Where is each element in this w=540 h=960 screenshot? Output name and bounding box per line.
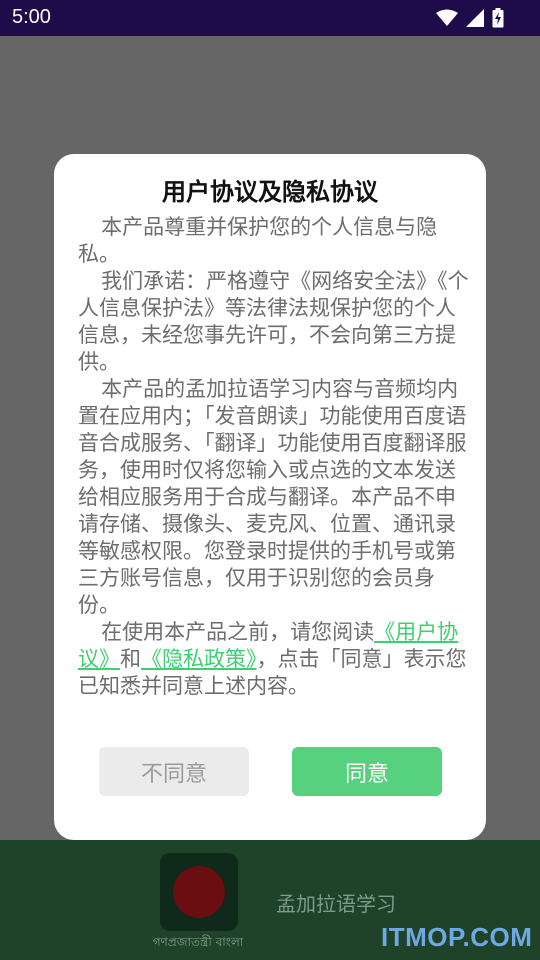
agree-button[interactable]: 同意	[292, 747, 442, 796]
dialog-paragraph: 本产品尊重并保护您的个人信息与隐私。	[78, 215, 438, 266]
app-logo	[160, 853, 238, 931]
battery-charging-icon	[492, 8, 504, 28]
status-icons	[436, 6, 504, 30]
watermark: ITMOP.COM	[381, 922, 533, 952]
dialog-body: 本产品尊重并保护您的个人信息与隐私。 我们承诺：严格遵守《网络安全法》《个人信息…	[78, 214, 472, 700]
disagree-button[interactable]: 不同意	[99, 747, 249, 796]
privacy-policy-link[interactable]: 《隐私政策》	[141, 647, 257, 671]
and-text: 和	[120, 647, 141, 671]
wifi-icon	[436, 9, 458, 27]
app-name: 孟加拉语学习	[276, 892, 396, 916]
dialog-title: 用户协议及隐私协议	[162, 178, 378, 206]
dialog-paragraph: 本产品的孟加拉语学习内容与音频均内置在应用内；「发音朗读」功能使用百度语音合成服…	[78, 377, 467, 617]
signal-icon	[466, 9, 484, 27]
para-prefix: 在使用本产品之前，请您阅读	[101, 620, 375, 644]
dialog-paragraph: 我们承诺：严格遵守《网络安全法》《个人信息保护法》等法律法规保护您的个人信息，未…	[78, 269, 469, 374]
agreement-dialog: 用户协议及隐私协议 本产品尊重并保护您的个人信息与隐私。 我们承诺：严格遵守《网…	[54, 154, 486, 840]
status-bar: 5:00	[0, 0, 540, 36]
flag-circle-icon	[173, 866, 225, 918]
status-time: 5:00	[12, 6, 51, 28]
dialog-paragraph: 在使用本产品之前，请您阅读《用户协议》和《隐私政策》，点击「同意」表示您已知悉并…	[78, 619, 472, 700]
logo-caption: গণপ্রজাতন্ত্রী বাংলা	[152, 935, 244, 949]
